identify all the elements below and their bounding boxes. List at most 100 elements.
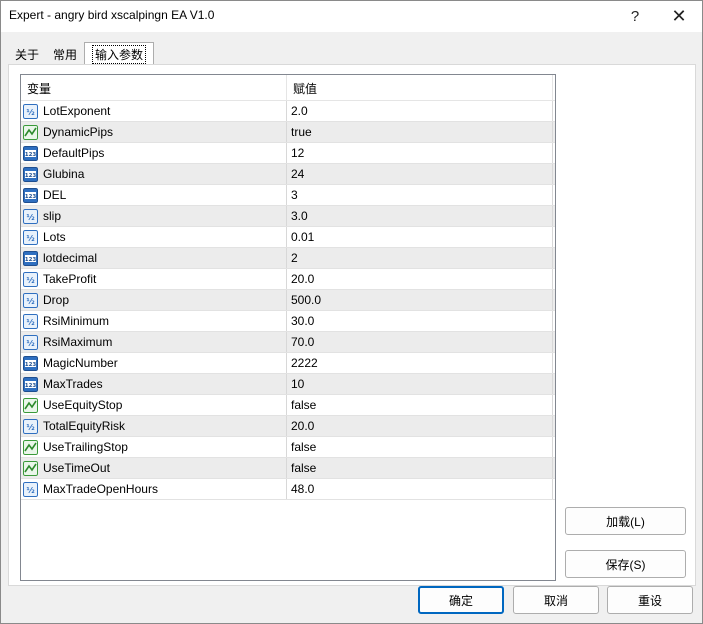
- svg-text:123: 123: [25, 383, 37, 389]
- parameter-row[interactable]: 123 DefaultPips 12: [21, 143, 555, 164]
- parameter-value-cell[interactable]: 48.0: [287, 479, 553, 499]
- parameter-row[interactable]: UseTrailingStop false: [21, 437, 555, 458]
- parameter-row[interactable]: ½ RsiMinimum 30.0: [21, 311, 555, 332]
- svg-text:123: 123: [25, 152, 37, 158]
- parameter-name: DynamicPips: [43, 125, 114, 139]
- parameter-value-cell[interactable]: 24: [287, 164, 553, 184]
- parameter-name-cell: ½ TakeProfit: [21, 269, 287, 289]
- parameter-name: MagicNumber: [43, 356, 118, 370]
- parameter-name: Lots: [43, 230, 66, 244]
- svg-text:½: ½: [26, 107, 34, 117]
- parameter-name-cell: ½ MaxTradeOpenHours: [21, 479, 287, 499]
- parameter-value-cell[interactable]: 20.0: [287, 416, 553, 436]
- double-icon: ½: [23, 481, 38, 497]
- svg-text:123: 123: [25, 257, 37, 263]
- parameter-value-cell[interactable]: 12: [287, 143, 553, 163]
- parameter-value-cell[interactable]: 0.01: [287, 227, 553, 247]
- close-button[interactable]: ✕: [663, 4, 695, 28]
- parameter-row[interactable]: 123 MagicNumber 2222: [21, 353, 555, 374]
- parameter-name-cell: ½ RsiMaximum: [21, 332, 287, 352]
- parameter-name: MaxTrades: [43, 377, 103, 391]
- parameter-name: MaxTradeOpenHours: [43, 482, 158, 496]
- column-header-value[interactable]: 赋值: [287, 75, 553, 101]
- title-bar: Expert - angry bird xscalpingn EA V1.0 ?…: [0, 0, 703, 32]
- int-icon: 123: [23, 355, 38, 371]
- parameter-row[interactable]: ½ LotExponent 2.0: [21, 101, 555, 122]
- svg-text:½: ½: [26, 338, 34, 348]
- parameter-name-cell: 123 MaxTrades: [21, 374, 287, 394]
- parameter-name: DefaultPips: [43, 146, 105, 160]
- parameter-row[interactable]: DynamicPips true: [21, 122, 555, 143]
- tab-about[interactable]: 关于: [8, 43, 46, 65]
- tab-common-label: 常用: [53, 47, 78, 62]
- parameter-row[interactable]: ½ RsiMaximum 70.0: [21, 332, 555, 353]
- help-button[interactable]: ?: [619, 4, 651, 28]
- grid-header: 变量 赋值: [21, 75, 555, 101]
- parameter-value-cell[interactable]: 3: [287, 185, 553, 205]
- bool-icon: [23, 397, 38, 413]
- int-icon: 123: [23, 187, 38, 203]
- parameter-row[interactable]: UseEquityStop false: [21, 395, 555, 416]
- parameter-row[interactable]: ½ MaxTradeOpenHours 48.0: [21, 479, 555, 500]
- parameter-value-cell[interactable]: 3.0: [287, 206, 553, 226]
- parameter-value-cell[interactable]: 2: [287, 248, 553, 268]
- parameter-name: RsiMaximum: [43, 335, 113, 349]
- parameter-name-cell: ½ TotalEquityRisk: [21, 416, 287, 436]
- parameter-row[interactable]: ½ TotalEquityRisk 20.0: [21, 416, 555, 437]
- parameter-value-cell[interactable]: true: [287, 122, 553, 142]
- bool-icon: [23, 124, 38, 140]
- parameter-value-cell[interactable]: 20.0: [287, 269, 553, 289]
- tab-common[interactable]: 常用: [46, 43, 84, 65]
- parameter-value-cell[interactable]: false: [287, 395, 553, 415]
- parameter-row[interactable]: UseTimeOut false: [21, 458, 555, 479]
- double-icon: ½: [23, 313, 38, 329]
- parameter-value-cell[interactable]: 70.0: [287, 332, 553, 352]
- parameter-row[interactable]: 123 DEL 3: [21, 185, 555, 206]
- parameter-name: LotExponent: [43, 104, 111, 118]
- parameter-value-cell[interactable]: 500.0: [287, 290, 553, 310]
- column-header-variable[interactable]: 变量: [21, 75, 287, 101]
- parameter-name: slip: [43, 209, 62, 223]
- parameters-grid: 变量 赋值 ½ LotExponent 2.0 DynamicPips true 123 D…: [20, 74, 556, 581]
- svg-text:½: ½: [26, 233, 34, 243]
- parameter-name-cell: ½ Lots: [21, 227, 287, 247]
- parameter-name-cell: 123 MagicNumber: [21, 353, 287, 373]
- parameter-name-cell: ½ LotExponent: [21, 101, 287, 121]
- save-button[interactable]: 保存(S): [565, 550, 686, 578]
- parameter-value-cell[interactable]: 30.0: [287, 311, 553, 331]
- parameter-row[interactable]: 123 Glubina 24: [21, 164, 555, 185]
- load-button[interactable]: 加载(L): [565, 507, 686, 535]
- parameter-row[interactable]: 123 lotdecimal 2: [21, 248, 555, 269]
- svg-text:½: ½: [26, 275, 34, 285]
- parameter-name: UseTimeOut: [43, 461, 110, 475]
- reset-button[interactable]: 重设: [607, 586, 693, 614]
- double-icon: ½: [23, 418, 38, 434]
- bool-icon: [23, 460, 38, 476]
- parameter-name: UseTrailingStop: [43, 440, 128, 454]
- parameter-value-cell[interactable]: false: [287, 458, 553, 478]
- double-icon: ½: [23, 208, 38, 224]
- bool-icon: [23, 439, 38, 455]
- parameter-name-cell: 123 DefaultPips: [21, 143, 287, 163]
- parameter-row[interactable]: ½ slip 3.0: [21, 206, 555, 227]
- parameter-name-cell: ½ Drop: [21, 290, 287, 310]
- parameter-name-cell: UseEquityStop: [21, 395, 287, 415]
- tab-about-label: 关于: [15, 47, 40, 62]
- parameter-row[interactable]: ½ TakeProfit 20.0: [21, 269, 555, 290]
- parameter-name: Glubina: [43, 167, 85, 181]
- parameter-row[interactable]: ½ Lots 0.01: [21, 227, 555, 248]
- tab-inputs[interactable]: 输入参数: [84, 42, 155, 65]
- parameter-row[interactable]: 123 MaxTrades 10: [21, 374, 555, 395]
- parameter-row[interactable]: ½ Drop 500.0: [21, 290, 555, 311]
- double-icon: ½: [23, 103, 38, 119]
- parameter-name-cell: ½ slip: [21, 206, 287, 226]
- parameter-value-cell[interactable]: 10: [287, 374, 553, 394]
- parameter-value-cell[interactable]: false: [287, 437, 553, 457]
- parameter-name-cell: ½ RsiMinimum: [21, 311, 287, 331]
- cancel-button[interactable]: 取消: [513, 586, 599, 614]
- parameter-name: TakeProfit: [43, 272, 97, 286]
- parameter-value-cell[interactable]: 2.0: [287, 101, 553, 121]
- parameter-value-cell[interactable]: 2222: [287, 353, 553, 373]
- ok-button[interactable]: 确定: [418, 586, 504, 614]
- int-icon: 123: [23, 145, 38, 161]
